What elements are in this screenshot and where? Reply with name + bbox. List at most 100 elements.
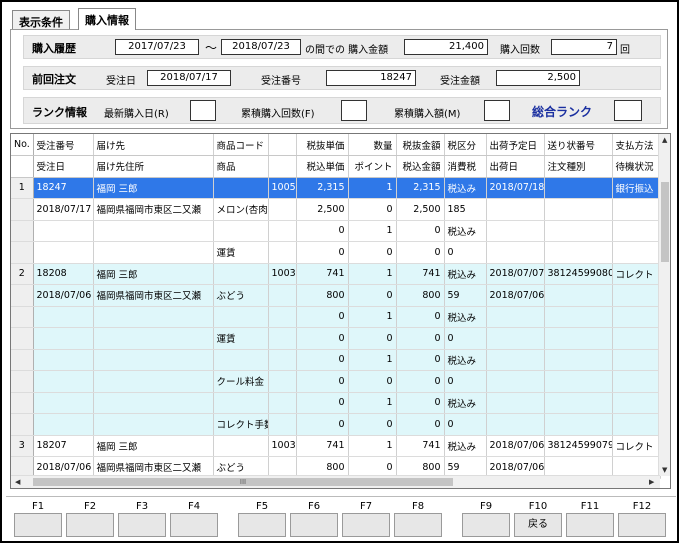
grid-cell: 2018/07/06 [486,435,545,457]
history-between-label: の間での 購入金額 [305,45,389,56]
rank-m-field[interactable] [484,100,510,121]
grid-cell: 1 [348,177,397,199]
fkey-button-f10[interactable]: 戻る [514,513,562,537]
fkey-button-f1[interactable] [14,513,62,537]
scroll-down-icon[interactable]: ▼ [662,466,667,474]
fkey-button-f12[interactable] [618,513,666,537]
grid-cell [11,241,34,264]
vertical-scroll-thumb[interactable] [661,182,669,262]
history-count-field[interactable]: 7 [551,39,617,55]
grid-cell: 741 [296,263,349,285]
scroll-up-icon[interactable]: ▲ [662,136,667,144]
fkey-button-f9[interactable] [462,513,510,537]
grid-cell: 0 [348,241,397,264]
vertical-scrollbar[interactable]: ▲ ▼ [658,134,670,476]
grid-cell: 受注日 [33,155,94,178]
fkey-button-f2[interactable] [66,513,114,537]
grid-cell: 0 [444,370,487,393]
rank-r-field[interactable] [190,100,216,121]
grid-cell [268,134,297,156]
grid-cell: 福岡 三郎 [93,263,214,285]
grid-cell: 59 [444,284,487,307]
tab-purchase-info[interactable]: 購入情報 [78,8,136,30]
grid-cell [486,306,545,328]
grid-cell [612,392,661,414]
grid-cell: 18208 [33,263,94,285]
scroll-right-icon[interactable]: ▶ [649,478,654,486]
grid-cell: 0 [296,306,349,328]
grid-cell [33,241,94,264]
grid-cell [268,284,297,307]
fkey-button-f4[interactable] [170,513,218,537]
grid-cell: 数量 [348,134,397,156]
table-row[interactable]: 運賃 0 0 0 0 [11,241,661,264]
fkey-button-f7[interactable] [342,513,390,537]
grid-cell [33,220,94,242]
grid-cell: No. [11,134,34,156]
last-order-date-field[interactable]: 2018/07/17 [147,70,231,86]
grid-cell: 出荷日 [486,155,545,178]
total-rank-field[interactable] [614,100,642,121]
grid-cell [11,198,34,221]
rank-f-field[interactable] [341,100,367,121]
grid-cell: 0 [348,198,397,221]
grid-cell [544,327,613,350]
grid-cell: 0 [396,413,445,436]
scroll-left-icon[interactable]: ◀ [15,478,20,486]
grid-cell [93,349,214,371]
grid-cell: 福岡 三郎 [93,435,214,457]
grid-cell: 2018/07/17 [33,198,94,221]
table-row[interactable]: 2018/07/06 福岡県福岡市東区二又瀬 ぶどう 800 0 800 59 2018/07… [11,284,661,307]
grid-cell [544,220,613,242]
grid-cell: 2018/07/07 [486,263,545,285]
grid-header-row[interactable]: 受注日 届け先住所 商品 税込単価 ポイント 税込金額 消費税 出荷日 注文種別 待機状況 [11,155,661,178]
grid-cell: 0 [348,327,397,350]
grid-cell [11,370,34,393]
history-date-from-field[interactable]: 2017/07/23 [115,39,199,55]
grid-cell: 税込単価 [296,155,349,178]
grid-cell: 0 [296,370,349,393]
table-row[interactable]: 3 18207 福岡 三郎 1003 741 1 741 税込み 2018/07/06 38124… [11,435,661,457]
grid-cell: 1005 [268,177,297,199]
table-row[interactable]: 0 1 0 税込み [11,306,661,328]
last-order-number-field[interactable]: 18247 [326,70,416,86]
grid-cell: 0 [296,413,349,436]
last-order-amount-field[interactable]: 2,500 [496,70,580,86]
order-grid[interactable]: No. 受注番号 届け先 商品コード 税抜単価 数量 税抜金額 税区分 出荷予定日 送り状番号 支払… [10,133,671,489]
grid-cell [268,392,297,414]
grid-cell [268,349,297,371]
table-row[interactable]: 0 1 0 税込み [11,349,661,371]
grid-cell: 0 [296,241,349,264]
rank-r-label: 最新購入日(R) [104,109,169,120]
grid-cell [612,327,661,350]
horizontal-scroll-thumb[interactable]: III [33,478,453,486]
history-amount-field[interactable]: 21,400 [404,39,488,55]
grid-cell: 0 [348,370,397,393]
table-row[interactable]: 0 1 0 税込み [11,220,661,242]
fkey-button-f11[interactable] [566,513,614,537]
grid-cell [11,284,34,307]
table-row[interactable]: クール料金 0 0 0 0 [11,370,661,393]
fkey-label-f2: F2 [83,501,97,512]
grid-header-row[interactable]: No. 受注番号 届け先 商品コード 税抜単価 数量 税抜金額 税区分 出荷予定日 送り状番号 支払… [11,134,661,156]
table-row[interactable]: 2 18208 福岡 三郎 1003 741 1 741 税込み 2018/07/07 38124… [11,263,661,285]
grid-cell [11,413,34,436]
table-row[interactable]: 運賃 0 0 0 0 [11,327,661,350]
fkey-button-f8[interactable] [394,513,442,537]
table-row[interactable]: コレクト手数料0000 [11,413,661,436]
horizontal-scrollbar[interactable]: ◀ III ▶ [11,475,660,488]
grid-cell [213,263,269,285]
fkey-label-f10: F10 [528,501,548,512]
grid-cell [544,198,613,221]
table-row[interactable]: 2018/07/17 福岡県福岡市東区二又瀬 メロン(杏肉) 2,500 0 2,500 1… [11,198,661,221]
fkey-button-f3[interactable] [118,513,166,537]
table-row[interactable]: 1 18247 福岡 三郎 1005 2,315 1 2,315 税込み 2018/07/18 銀… [11,177,661,199]
grid-cell: 消費税 [444,155,487,178]
fkey-button-f6[interactable] [290,513,338,537]
grid-cell: 0 [396,241,445,264]
history-date-to-field[interactable]: 2018/07/23 [221,39,301,55]
tab-display-conditions[interactable]: 表示条件 [12,10,70,30]
fkey-button-f5[interactable] [238,513,286,537]
grid-cell [544,241,613,264]
table-row[interactable]: 0 1 0 税込み [11,392,661,414]
